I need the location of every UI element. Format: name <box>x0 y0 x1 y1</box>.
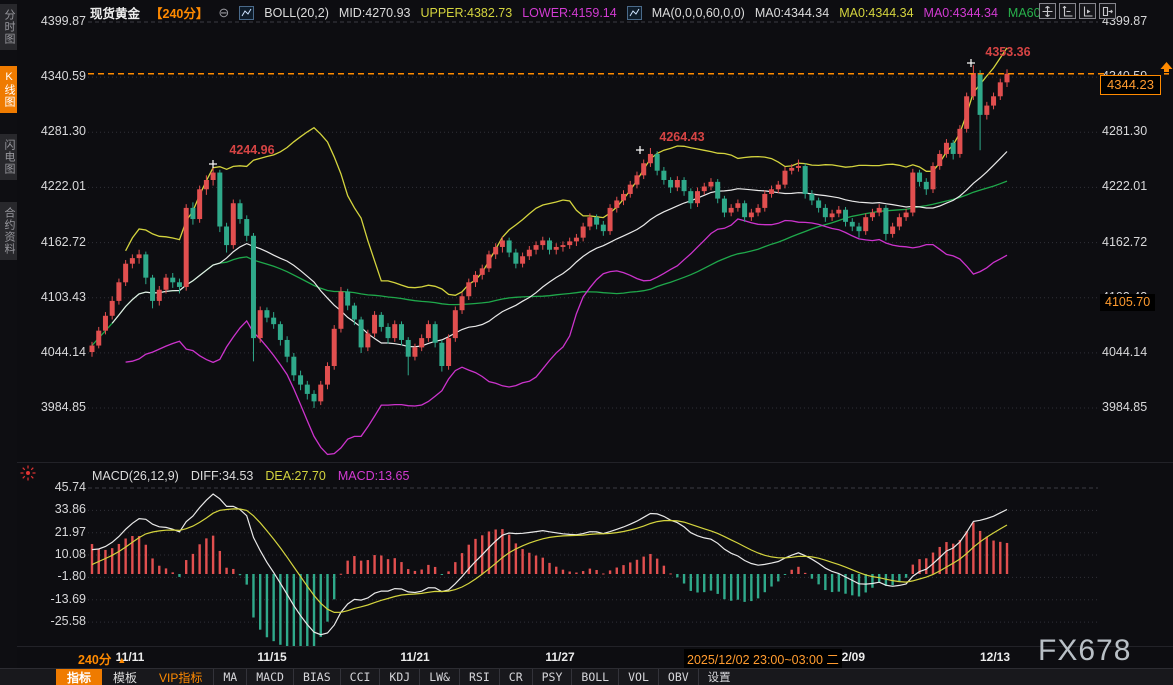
price-tick-label: 4222.01 <box>1102 179 1147 193</box>
indicator-button-MACD[interactable]: MACD <box>246 669 293 685</box>
chevron-up-icon: ▲ <box>117 655 126 665</box>
date-tick-label: 11/27 <box>533 650 587 664</box>
crosshair-move-icon[interactable] <box>1039 3 1056 19</box>
macd-bar-value: MACD:13.65 <box>338 469 410 483</box>
macd-tick-label: 21.97 <box>20 525 86 539</box>
ma0-white-value: MA0:4344.34 <box>755 6 829 20</box>
boll-upper-value: UPPER:4382.73 <box>420 6 512 20</box>
macd-dea-value: DEA:27.70 <box>265 469 325 483</box>
indicator-button-PSY[interactable]: PSY <box>532 669 572 685</box>
date-tick-label: 11/21 <box>388 650 442 664</box>
price-tick-label: 4103.43 <box>20 290 86 304</box>
indicator-button-BIAS[interactable]: BIAS <box>293 669 340 685</box>
chart-header: 现货黄金 【240分】 ⊖ BOLL(20,2) MID:4270.93 UPP… <box>90 3 1051 22</box>
export-chart-icon[interactable] <box>1099 3 1116 19</box>
indicator-button-CR[interactable]: CR <box>499 669 532 685</box>
macd-tick-label: 33.86 <box>20 502 86 516</box>
trading-chart-app: 分时图 K线图闪电图合约资料 现货黄金 【240分】 ⊖ BOLL(20,2) M… <box>0 0 1173 685</box>
price-up-arrow-icon <box>1160 62 1173 80</box>
toolbar-tab-VIP指标[interactable]: VIP指标 <box>148 669 213 685</box>
boll-mid-value: MID:4270.93 <box>339 6 411 20</box>
watermark: FX678 <box>1038 634 1131 668</box>
date-tick-label: 12/13 <box>968 650 1022 664</box>
price-tick-label: 4044.14 <box>1102 345 1147 359</box>
current-price-tag: 4344.23 <box>1100 75 1161 95</box>
macd-header: MACD(26,12,9) DIFF:34.53 DEA:27.70 MACD:… <box>92 469 409 483</box>
macd-settings-icon[interactable] <box>20 465 36 486</box>
price-tick-label: 4222.01 <box>20 179 86 193</box>
price-tick-label: 4340.59 <box>20 69 86 83</box>
ma0-magenta-value: MA0:4344.34 <box>924 6 998 20</box>
price-tick-label: 4162.72 <box>20 235 86 249</box>
price-tick-label: 4281.30 <box>1102 124 1147 138</box>
settings-button[interactable]: 设置 <box>698 669 740 685</box>
price-tick-label: 3984.85 <box>20 400 86 414</box>
reference-price-tag: 4105.70 <box>1100 294 1155 311</box>
macd-tick-label: 10.08 <box>20 547 86 561</box>
indicator-button-RSI[interactable]: RSI <box>459 669 499 685</box>
boll-indicator-chip-icon[interactable] <box>239 6 254 20</box>
indicator-button-KDJ[interactable]: KDJ <box>379 669 419 685</box>
ma0-yellow-value: MA0:4344.34 <box>839 6 913 20</box>
price-tick-label: 4044.14 <box>20 345 86 359</box>
period-badge: 【240分】 <box>150 3 208 22</box>
indicator-button-OBV[interactable]: OBV <box>658 669 698 685</box>
date-tick-label: 11/15 <box>245 650 299 664</box>
price-tick-label: 4281.30 <box>20 124 86 138</box>
sidebar-tab-分时图[interactable]: 分时图 <box>0 4 17 50</box>
high-price-annotation: 4264.43 <box>659 130 704 144</box>
ma-label: MA(0,0,0,60,0,0) <box>652 6 745 20</box>
chart-tool-icons <box>1039 3 1116 19</box>
boll-lower-value: LOWER:4159.14 <box>522 6 617 20</box>
indicator-button-VOL[interactable]: VOL <box>618 669 658 685</box>
macd-diff-value: DIFF:34.53 <box>191 469 254 483</box>
auto-scale-icon[interactable] <box>1079 3 1096 19</box>
boll-label: BOLL(20,2) <box>264 6 329 20</box>
symbol-name: 现货黄金 <box>90 3 140 22</box>
price-tick-label: 3984.85 <box>1102 400 1147 414</box>
candle-tooltip: 2025/12/02 23:00~03:00 二 <box>684 649 842 669</box>
indicator-button-CCI[interactable]: CCI <box>340 669 380 685</box>
zoom-out-icon[interactable]: ⊖ <box>218 6 229 19</box>
macd-tick-label: -1.80 <box>20 569 86 583</box>
y-axis-scale-icon[interactable] <box>1059 3 1076 19</box>
price-tick-label: 4399.87 <box>20 14 86 28</box>
indicator-button-LW&[interactable]: LW& <box>419 669 459 685</box>
price-tick-label: 4162.72 <box>1102 235 1147 249</box>
sidebar-tab-K线图[interactable]: K线图 <box>0 66 17 113</box>
sidebar-tab-合约资料[interactable]: 合约资料 <box>0 202 17 260</box>
macd-tick-label: -25.58 <box>20 614 86 628</box>
indicator-button-MA[interactable]: MA <box>213 669 246 685</box>
high-price-annotation: 4353.36 <box>985 45 1030 59</box>
period-selector[interactable]: 240分▲ <box>78 649 126 668</box>
indicator-button-BOLL[interactable]: BOLL <box>571 669 618 685</box>
ma-indicator-chip-icon[interactable] <box>627 6 642 20</box>
sidebar-tab-闪电图[interactable]: 闪电图 <box>0 134 17 180</box>
toolbar-tab-模板[interactable]: 模板 <box>102 669 148 685</box>
high-price-annotation: 4244.96 <box>229 143 274 157</box>
chart-canvas[interactable] <box>0 0 1173 685</box>
toolbar-tab-指标[interactable]: 指标 <box>56 669 102 685</box>
sidebar: 分时图 K线图闪电图合约资料 <box>0 0 17 685</box>
bottom-toolbar: 指标模板VIP指标MAMACDBIASCCIKDJLW&RSICRPSYBOLL… <box>0 668 1173 685</box>
macd-params-label: MACD(26,12,9) <box>92 469 179 483</box>
macd-tick-label: -13.69 <box>20 592 86 606</box>
